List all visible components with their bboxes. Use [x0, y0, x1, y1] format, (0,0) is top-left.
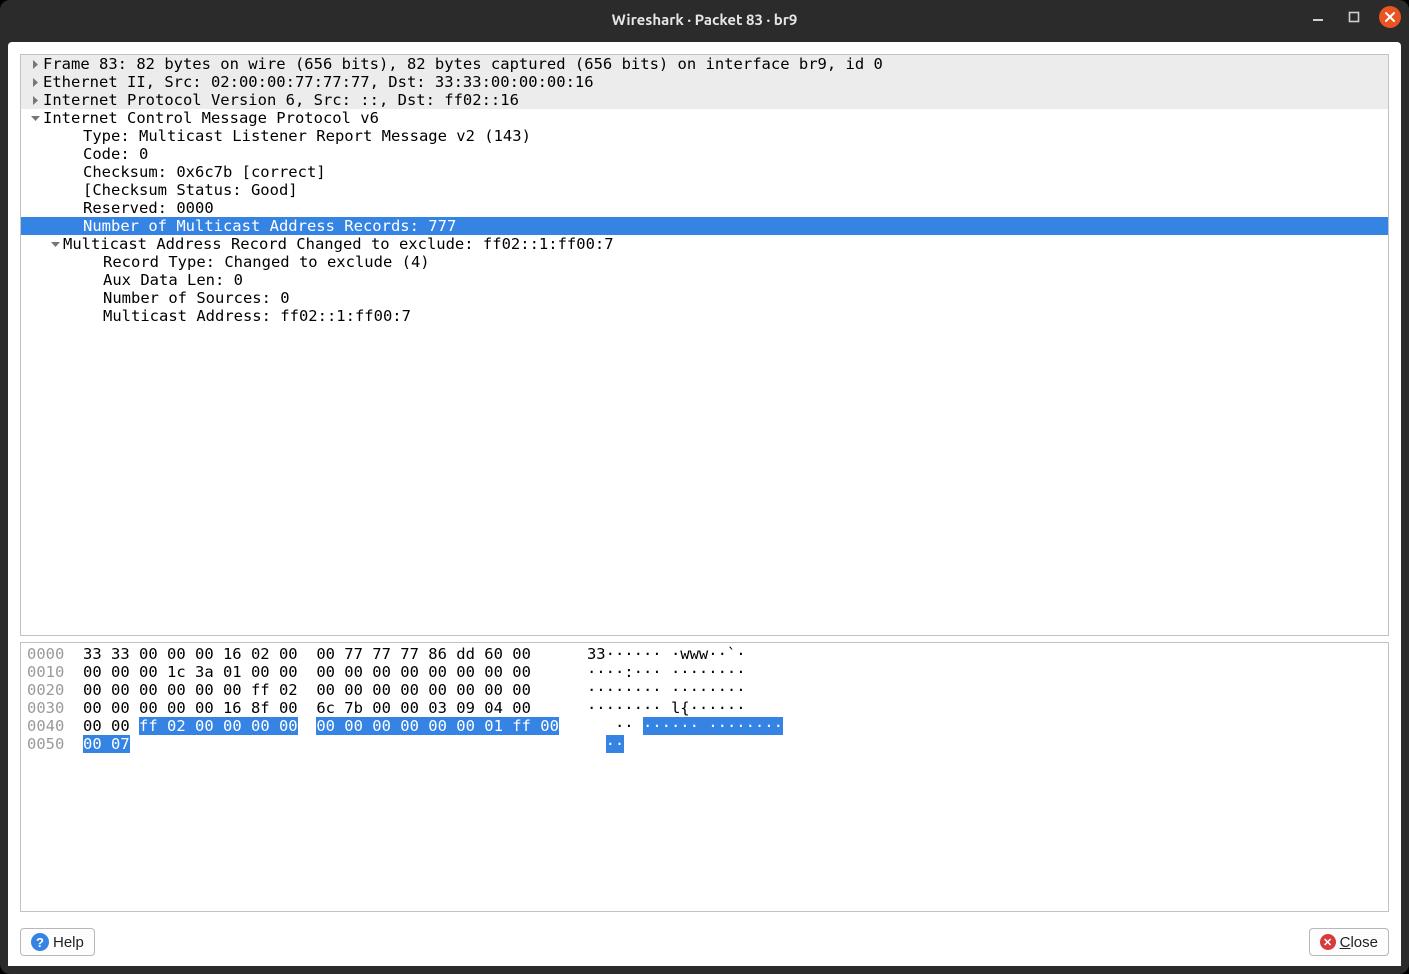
client-area: Frame 83: 82 bytes on wire (656 bits), 8…: [8, 42, 1401, 966]
expander-expanded-icon[interactable]: [27, 114, 43, 123]
tree-row-text: Checksum: 0x6c7b [correct]: [83, 163, 326, 181]
tree-row-text: Reserved: 0000: [83, 199, 214, 217]
tree-row-text: Multicast Address Record Changed to excl…: [63, 235, 614, 253]
tree-row[interactable]: Record Type: Changed to exclude (4): [21, 253, 1388, 271]
expander-collapsed-icon[interactable]: [27, 78, 43, 87]
minimize-button[interactable]: [1307, 6, 1329, 28]
hex-row[interactable]: 0050 00 07 ··: [27, 735, 1382, 753]
tree-row[interactable]: Type: Multicast Listener Report Message …: [21, 127, 1388, 145]
titlebar[interactable]: Wireshark · Packet 83 · br9: [0, 0, 1409, 38]
tree-row[interactable]: Code: 0: [21, 145, 1388, 163]
tree-row[interactable]: [Checksum Status: Good]: [21, 181, 1388, 199]
hex-row[interactable]: 0020 00 00 00 00 00 00 ff 02 00 00 00 00…: [27, 681, 1382, 699]
help-button-label: Help: [53, 934, 84, 951]
tree-row-text: Internet Control Message Protocol v6: [43, 109, 379, 127]
tree-row[interactable]: Internet Protocol Version 6, Src: ::, Ds…: [21, 91, 1388, 109]
hex-row[interactable]: 0000 33 33 00 00 00 16 02 00 00 77 77 77…: [27, 645, 1382, 663]
close-button[interactable]: ✕ Close: [1309, 928, 1389, 956]
window: Wireshark · Packet 83 · br9 Frame 83: 82…: [0, 0, 1409, 974]
tree-row-text: Number of Sources: 0: [103, 289, 290, 307]
tree-row-text: Number of Multicast Address Records: 777: [83, 217, 456, 235]
tree-row-text: Aux Data Len: 0: [103, 271, 243, 289]
tree-row[interactable]: Internet Control Message Protocol v6: [21, 109, 1388, 127]
hex-row[interactable]: 0030 00 00 00 00 00 16 8f 00 6c 7b 00 00…: [27, 699, 1382, 717]
hex-offset: 0040: [27, 717, 64, 735]
close-window-button[interactable]: [1379, 6, 1401, 28]
tree-row-text: Internet Protocol Version 6, Src: ::, Ds…: [43, 91, 519, 109]
tree-row[interactable]: Aux Data Len: 0: [21, 271, 1388, 289]
tree-row[interactable]: Ethernet II, Src: 02:00:00:77:77:77, Dst…: [21, 73, 1388, 91]
packet-details-header-section: Frame 83: 82 bytes on wire (656 bits), 8…: [21, 55, 1388, 109]
help-icon: ?: [31, 933, 49, 951]
hex-offset: 0010: [27, 663, 64, 681]
maximize-button[interactable]: [1343, 6, 1365, 28]
window-title: Wireshark · Packet 83 · br9: [0, 11, 1409, 28]
tree-row[interactable]: Multicast Address Record Changed to excl…: [21, 235, 1388, 253]
hex-offset: 0030: [27, 699, 64, 717]
hex-offset: 0050: [27, 735, 64, 753]
content-area: Frame 83: 82 bytes on wire (656 bits), 8…: [8, 42, 1401, 920]
close-icon: ✕: [1320, 934, 1336, 950]
tree-row[interactable]: Number of Sources: 0: [21, 289, 1388, 307]
help-button[interactable]: ? Help: [20, 928, 95, 956]
packet-details-pane[interactable]: Frame 83: 82 bytes on wire (656 bits), 8…: [20, 54, 1389, 636]
packet-details-body-section: Internet Control Message Protocol v6Type…: [21, 109, 1388, 325]
expander-expanded-icon[interactable]: [47, 240, 63, 249]
tree-row[interactable]: Frame 83: 82 bytes on wire (656 bits), 8…: [21, 55, 1388, 73]
expander-collapsed-icon[interactable]: [27, 96, 43, 105]
tree-row[interactable]: Reserved: 0000: [21, 199, 1388, 217]
hex-offset: 0020: [27, 681, 64, 699]
tree-row-text: Type: Multicast Listener Report Message …: [83, 127, 531, 145]
tree-row-text: Multicast Address: ff02::1:ff00:7: [103, 307, 411, 325]
hex-row[interactable]: 0010 00 00 00 1c 3a 01 00 00 00 00 00 00…: [27, 663, 1382, 681]
close-button-label: Close: [1340, 934, 1378, 951]
tree-row[interactable]: Multicast Address: ff02::1:ff00:7: [21, 307, 1388, 325]
expander-collapsed-icon[interactable]: [27, 60, 43, 69]
tree-row-text: Frame 83: 82 bytes on wire (656 bits), 8…: [43, 55, 883, 73]
tree-row[interactable]: Number of Multicast Address Records: 777: [21, 217, 1388, 235]
dialog-footer: ? Help ✕ Close: [8, 920, 1401, 966]
tree-row-text: [Checksum Status: Good]: [83, 181, 298, 199]
hex-offset: 0000: [27, 645, 64, 663]
tree-row-text: Ethernet II, Src: 02:00:00:77:77:77, Dst…: [43, 73, 594, 91]
packet-bytes-pane[interactable]: 0000 33 33 00 00 00 16 02 00 00 77 77 77…: [20, 642, 1389, 912]
tree-row-text: Code: 0: [83, 145, 148, 163]
hex-row[interactable]: 0040 00 00 ff 02 00 00 00 00 00 00 00 00…: [27, 717, 1382, 735]
tree-row[interactable]: Checksum: 0x6c7b [correct]: [21, 163, 1388, 181]
tree-row-text: Record Type: Changed to exclude (4): [103, 253, 430, 271]
